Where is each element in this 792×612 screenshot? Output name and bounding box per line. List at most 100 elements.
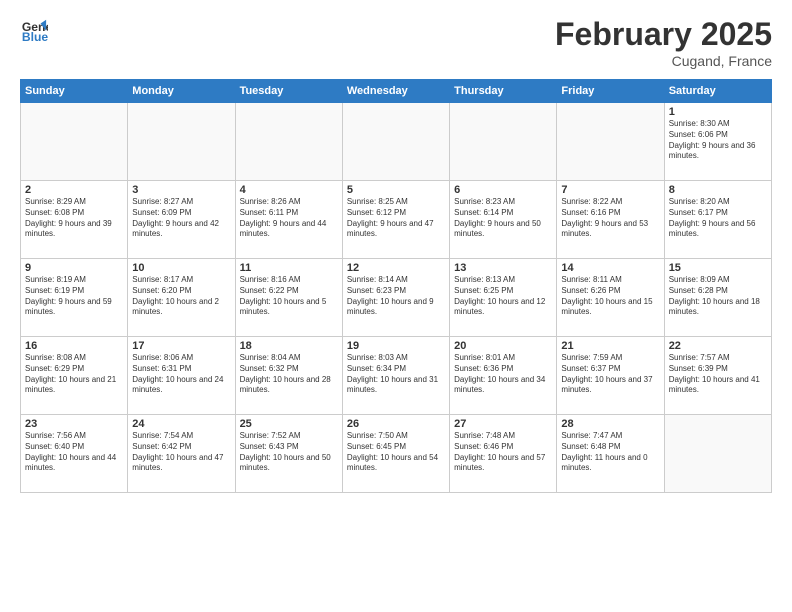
day-info: Sunrise: 7:56 AM Sunset: 6:40 PM Dayligh…	[25, 431, 123, 474]
day-number: 10	[132, 262, 230, 274]
week-row-1: 2Sunrise: 8:29 AM Sunset: 6:08 PM Daylig…	[21, 181, 772, 259]
week-row-2: 9Sunrise: 8:19 AM Sunset: 6:19 PM Daylig…	[21, 259, 772, 337]
logo: General Blue	[20, 16, 48, 44]
day-number: 18	[240, 340, 338, 352]
day-info: Sunrise: 8:29 AM Sunset: 6:08 PM Dayligh…	[25, 197, 123, 240]
day-info: Sunrise: 8:25 AM Sunset: 6:12 PM Dayligh…	[347, 197, 445, 240]
cell-w0-d0	[21, 103, 128, 181]
cell-w0-d6: 1Sunrise: 8:30 AM Sunset: 6:06 PM Daylig…	[664, 103, 771, 181]
cell-w1-d2: 4Sunrise: 8:26 AM Sunset: 6:11 PM Daylig…	[235, 181, 342, 259]
day-info: Sunrise: 8:01 AM Sunset: 6:36 PM Dayligh…	[454, 353, 552, 396]
week-row-3: 16Sunrise: 8:08 AM Sunset: 6:29 PM Dayli…	[21, 337, 772, 415]
day-number: 9	[25, 262, 123, 274]
cell-w3-d4: 20Sunrise: 8:01 AM Sunset: 6:36 PM Dayli…	[450, 337, 557, 415]
col-header-wednesday: Wednesday	[342, 80, 449, 103]
col-header-monday: Monday	[128, 80, 235, 103]
day-number: 4	[240, 184, 338, 196]
day-number: 17	[132, 340, 230, 352]
svg-text:Blue: Blue	[22, 30, 48, 44]
day-number: 28	[561, 418, 659, 430]
day-number: 5	[347, 184, 445, 196]
cell-w3-d1: 17Sunrise: 8:06 AM Sunset: 6:31 PM Dayli…	[128, 337, 235, 415]
col-header-sunday: Sunday	[21, 80, 128, 103]
title-block: February 2025 Cugand, France	[555, 16, 772, 69]
col-header-thursday: Thursday	[450, 80, 557, 103]
day-number: 13	[454, 262, 552, 274]
day-number: 20	[454, 340, 552, 352]
cell-w4-d1: 24Sunrise: 7:54 AM Sunset: 6:42 PM Dayli…	[128, 415, 235, 493]
day-info: Sunrise: 8:09 AM Sunset: 6:28 PM Dayligh…	[669, 275, 767, 318]
day-number: 8	[669, 184, 767, 196]
cell-w3-d3: 19Sunrise: 8:03 AM Sunset: 6:34 PM Dayli…	[342, 337, 449, 415]
day-info: Sunrise: 8:22 AM Sunset: 6:16 PM Dayligh…	[561, 197, 659, 240]
day-number: 23	[25, 418, 123, 430]
cell-w2-d0: 9Sunrise: 8:19 AM Sunset: 6:19 PM Daylig…	[21, 259, 128, 337]
day-number: 14	[561, 262, 659, 274]
day-number: 25	[240, 418, 338, 430]
day-info: Sunrise: 7:50 AM Sunset: 6:45 PM Dayligh…	[347, 431, 445, 474]
day-info: Sunrise: 8:26 AM Sunset: 6:11 PM Dayligh…	[240, 197, 338, 240]
cell-w0-d5	[557, 103, 664, 181]
day-info: Sunrise: 8:30 AM Sunset: 6:06 PM Dayligh…	[669, 119, 767, 162]
calendar-table: SundayMondayTuesdayWednesdayThursdayFrid…	[20, 79, 772, 493]
day-info: Sunrise: 8:19 AM Sunset: 6:19 PM Dayligh…	[25, 275, 123, 318]
day-info: Sunrise: 7:48 AM Sunset: 6:46 PM Dayligh…	[454, 431, 552, 474]
cell-w4-d5: 28Sunrise: 7:47 AM Sunset: 6:48 PM Dayli…	[557, 415, 664, 493]
cell-w1-d6: 8Sunrise: 8:20 AM Sunset: 6:17 PM Daylig…	[664, 181, 771, 259]
day-info: Sunrise: 8:11 AM Sunset: 6:26 PM Dayligh…	[561, 275, 659, 318]
subtitle: Cugand, France	[555, 53, 772, 69]
day-number: 3	[132, 184, 230, 196]
day-info: Sunrise: 8:04 AM Sunset: 6:32 PM Dayligh…	[240, 353, 338, 396]
day-info: Sunrise: 8:27 AM Sunset: 6:09 PM Dayligh…	[132, 197, 230, 240]
day-info: Sunrise: 8:17 AM Sunset: 6:20 PM Dayligh…	[132, 275, 230, 318]
cell-w2-d1: 10Sunrise: 8:17 AM Sunset: 6:20 PM Dayli…	[128, 259, 235, 337]
cell-w2-d6: 15Sunrise: 8:09 AM Sunset: 6:28 PM Dayli…	[664, 259, 771, 337]
day-info: Sunrise: 8:08 AM Sunset: 6:29 PM Dayligh…	[25, 353, 123, 396]
week-row-4: 23Sunrise: 7:56 AM Sunset: 6:40 PM Dayli…	[21, 415, 772, 493]
day-info: Sunrise: 7:52 AM Sunset: 6:43 PM Dayligh…	[240, 431, 338, 474]
cell-w1-d3: 5Sunrise: 8:25 AM Sunset: 6:12 PM Daylig…	[342, 181, 449, 259]
header: General Blue February 2025 Cugand, Franc…	[20, 16, 772, 69]
cell-w4-d2: 25Sunrise: 7:52 AM Sunset: 6:43 PM Dayli…	[235, 415, 342, 493]
day-number: 26	[347, 418, 445, 430]
cell-w0-d3	[342, 103, 449, 181]
cell-w1-d0: 2Sunrise: 8:29 AM Sunset: 6:08 PM Daylig…	[21, 181, 128, 259]
day-info: Sunrise: 8:16 AM Sunset: 6:22 PM Dayligh…	[240, 275, 338, 318]
cell-w4-d4: 27Sunrise: 7:48 AM Sunset: 6:46 PM Dayli…	[450, 415, 557, 493]
day-number: 19	[347, 340, 445, 352]
col-header-saturday: Saturday	[664, 80, 771, 103]
day-number: 7	[561, 184, 659, 196]
day-info: Sunrise: 7:54 AM Sunset: 6:42 PM Dayligh…	[132, 431, 230, 474]
cell-w1-d4: 6Sunrise: 8:23 AM Sunset: 6:14 PM Daylig…	[450, 181, 557, 259]
cell-w4-d3: 26Sunrise: 7:50 AM Sunset: 6:45 PM Dayli…	[342, 415, 449, 493]
day-number: 24	[132, 418, 230, 430]
header-row: SundayMondayTuesdayWednesdayThursdayFrid…	[21, 80, 772, 103]
day-number: 6	[454, 184, 552, 196]
day-number: 12	[347, 262, 445, 274]
day-info: Sunrise: 8:20 AM Sunset: 6:17 PM Dayligh…	[669, 197, 767, 240]
cell-w2-d3: 12Sunrise: 8:14 AM Sunset: 6:23 PM Dayli…	[342, 259, 449, 337]
day-number: 11	[240, 262, 338, 274]
cell-w1-d5: 7Sunrise: 8:22 AM Sunset: 6:16 PM Daylig…	[557, 181, 664, 259]
day-info: Sunrise: 8:03 AM Sunset: 6:34 PM Dayligh…	[347, 353, 445, 396]
calendar-page: General Blue February 2025 Cugand, Franc…	[0, 0, 792, 612]
cell-w2-d2: 11Sunrise: 8:16 AM Sunset: 6:22 PM Dayli…	[235, 259, 342, 337]
day-number: 2	[25, 184, 123, 196]
main-title: February 2025	[555, 16, 772, 53]
col-header-friday: Friday	[557, 80, 664, 103]
day-number: 16	[25, 340, 123, 352]
cell-w0-d4	[450, 103, 557, 181]
cell-w0-d1	[128, 103, 235, 181]
day-info: Sunrise: 7:47 AM Sunset: 6:48 PM Dayligh…	[561, 431, 659, 474]
week-row-0: 1Sunrise: 8:30 AM Sunset: 6:06 PM Daylig…	[21, 103, 772, 181]
cell-w0-d2	[235, 103, 342, 181]
cell-w3-d5: 21Sunrise: 7:59 AM Sunset: 6:37 PM Dayli…	[557, 337, 664, 415]
logo-icon: General Blue	[20, 16, 48, 44]
day-number: 1	[669, 106, 767, 118]
cell-w2-d5: 14Sunrise: 8:11 AM Sunset: 6:26 PM Dayli…	[557, 259, 664, 337]
cell-w1-d1: 3Sunrise: 8:27 AM Sunset: 6:09 PM Daylig…	[128, 181, 235, 259]
day-info: Sunrise: 7:57 AM Sunset: 6:39 PM Dayligh…	[669, 353, 767, 396]
cell-w3-d0: 16Sunrise: 8:08 AM Sunset: 6:29 PM Dayli…	[21, 337, 128, 415]
day-number: 21	[561, 340, 659, 352]
cell-w4-d6	[664, 415, 771, 493]
